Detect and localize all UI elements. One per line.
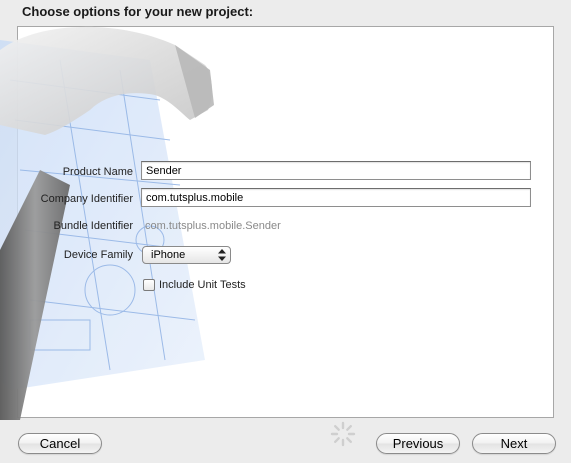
bundle-identifier-value: com.tutsplus.mobile.Sender [145, 220, 281, 232]
company-identifier-label: Company Identifier [40, 193, 133, 205]
device-family-popup[interactable]: iPhone [142, 246, 231, 264]
include-unit-tests-label: Include Unit Tests [159, 279, 246, 291]
page-title: Choose options for your new project: [22, 4, 254, 19]
include-unit-tests-checkbox[interactable] [143, 279, 155, 291]
cancel-button[interactable]: Cancel [18, 433, 102, 454]
bundle-identifier-label: Bundle Identifier [53, 220, 134, 232]
previous-button[interactable]: Previous [376, 433, 460, 454]
include-unit-tests-option[interactable]: Include Unit Tests [143, 278, 246, 292]
product-name-field[interactable] [141, 161, 531, 180]
next-button[interactable]: Next [472, 433, 556, 454]
progress-spinner-icon [330, 421, 356, 447]
up-down-arrows-icon [218, 249, 226, 261]
device-family-label: Device Family [63, 249, 133, 261]
product-name-label: Product Name [62, 166, 133, 178]
company-identifier-field[interactable] [141, 188, 531, 207]
device-family-selected: iPhone [151, 249, 186, 261]
